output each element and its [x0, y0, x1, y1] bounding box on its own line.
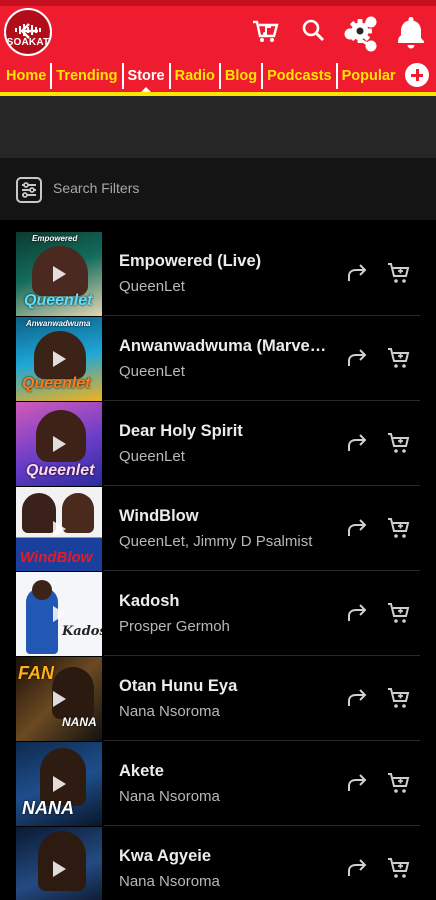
track-title[interactable]: Akete	[119, 762, 329, 781]
track-artist[interactable]: Nana Nsoroma	[119, 788, 324, 805]
playlist-cart-icon[interactable]	[251, 17, 279, 45]
share-arrow-icon[interactable]	[345, 771, 369, 795]
cart-icon[interactable]	[387, 771, 411, 795]
row-divider	[104, 315, 420, 316]
track-title[interactable]: Empowered (Live)	[119, 252, 329, 271]
share-arrow-icon[interactable]	[345, 346, 369, 370]
album-cover[interactable]: Anwanwadwuma Queenlet	[16, 317, 102, 401]
album-cover[interactable]	[16, 827, 102, 900]
list-item[interactable]: Queenlet Dear Holy Spirit QueenLet	[0, 400, 436, 486]
list-item[interactable]: Anwanwadwuma Queenlet Anwanwadwuma (Marv…	[0, 315, 436, 401]
cart-icon[interactable]	[387, 516, 411, 540]
status-strip	[0, 0, 436, 6]
share-arrow-icon[interactable]	[345, 686, 369, 710]
track-artist[interactable]: QueenLet	[119, 278, 324, 295]
play-icon	[53, 606, 66, 622]
add-icon[interactable]	[405, 63, 429, 87]
play-icon	[53, 436, 66, 452]
cart-icon[interactable]	[387, 856, 411, 880]
nav-trending[interactable]: Trending	[52, 63, 124, 89]
share-arrow-icon[interactable]	[345, 516, 369, 540]
nav-radio[interactable]: Radio	[171, 63, 221, 89]
filter-sliders-icon[interactable]	[15, 176, 43, 204]
share-arrow-icon[interactable]	[345, 856, 369, 880]
cart-icon[interactable]	[387, 601, 411, 625]
track-artist[interactable]: Nana Nsoroma	[119, 873, 324, 890]
row-divider	[104, 485, 420, 486]
list-item[interactable]: FAN NANA Otan Hunu Eya Nana Nsoroma	[0, 655, 436, 741]
store-toolbar	[0, 96, 436, 158]
nav-blog[interactable]: Blog	[221, 63, 264, 89]
row-divider	[104, 400, 420, 401]
album-cover[interactable]: Kadosh	[16, 572, 102, 656]
album-cover[interactable]: NANA	[16, 742, 102, 826]
search-icon[interactable]	[300, 17, 328, 45]
row-divider	[104, 655, 420, 656]
category-nav: Home Trending Store Radio Blog Podcasts …	[0, 62, 436, 92]
share-arrow-icon[interactable]	[345, 431, 369, 455]
track-artist[interactable]: QueenLet	[119, 363, 324, 380]
play-icon	[53, 861, 66, 877]
list-item[interactable]: Empowered Queenlet Empowered (Live) Quee…	[0, 230, 436, 316]
cart-icon[interactable]	[387, 686, 411, 710]
track-artist[interactable]: QueenLet	[119, 448, 324, 465]
cart-icon[interactable]	[387, 346, 411, 370]
track-artist[interactable]: Nana Nsoroma	[119, 703, 324, 720]
play-icon	[53, 776, 66, 792]
row-divider	[104, 740, 420, 741]
track-title[interactable]: Anwanwadwuma (Marvellous)	[119, 337, 329, 356]
user-icon[interactable]	[394, 17, 422, 45]
share-arrow-icon[interactable]	[345, 261, 369, 285]
row-divider	[104, 570, 420, 571]
track-artist[interactable]: QueenLet, Jimmy D Psalmist	[119, 533, 324, 550]
play-icon	[53, 691, 66, 707]
track-title[interactable]: Kadosh	[119, 592, 329, 611]
track-artist[interactable]: Prosper Germoh	[119, 618, 324, 635]
list-item[interactable]: Kadosh Kadosh Prosper Germoh	[0, 570, 436, 656]
back-arrow-icon[interactable]	[16, 17, 44, 45]
play-icon	[53, 351, 66, 367]
album-cover[interactable]: Queenlet	[16, 402, 102, 486]
track-title[interactable]: WindBlow	[119, 507, 329, 526]
album-cover[interactable]: WindBlow	[16, 487, 102, 571]
album-cover[interactable]: FAN NANA	[16, 657, 102, 741]
nav-home[interactable]: Home	[0, 63, 53, 89]
nav-podcasts[interactable]: Podcasts	[263, 63, 338, 89]
list-item[interactable]: WindBlow WindBlow QueenLet, Jimmy D Psal…	[0, 485, 436, 571]
track-title[interactable]: Dear Holy Spirit	[119, 422, 329, 441]
track-title[interactable]: Otan Hunu Eya	[119, 677, 329, 696]
search-filters-label[interactable]: Search Filters	[53, 180, 139, 196]
list-item[interactable]: Kwa Agyeie Nana Nsoroma	[0, 825, 436, 900]
nav-store[interactable]: Store	[124, 63, 171, 92]
album-cover[interactable]: Empowered Queenlet	[16, 232, 102, 316]
list-item[interactable]: NANA Akete Nana Nsoroma	[0, 740, 436, 826]
cart-icon[interactable]	[387, 431, 411, 455]
gear-icon[interactable]	[346, 17, 374, 45]
row-divider	[104, 825, 420, 826]
cart-icon[interactable]	[387, 261, 411, 285]
share-arrow-icon[interactable]	[345, 601, 369, 625]
play-icon	[53, 521, 66, 537]
nav-popular[interactable]: Popular	[338, 63, 400, 89]
track-title[interactable]: Kwa Agyeie	[119, 847, 329, 866]
play-icon	[53, 266, 66, 282]
